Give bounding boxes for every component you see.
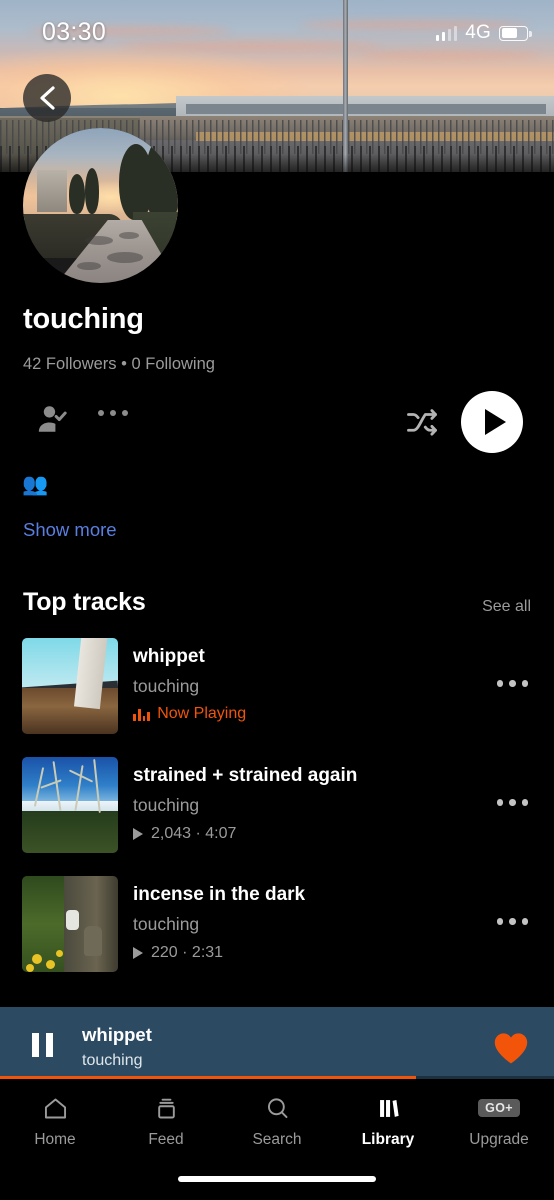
track-artist: touching — [133, 795, 200, 815]
shuffle-button[interactable] — [404, 404, 440, 445]
signal-strength-icon — [435, 25, 458, 41]
nav-item-search[interactable]: Search — [222, 1093, 332, 1149]
go-plus-label: GO+ — [478, 1099, 520, 1117]
track-more-button[interactable] — [496, 799, 528, 806]
nav-item-feed[interactable]: Feed — [111, 1093, 221, 1149]
heart-filled-icon — [494, 1033, 528, 1064]
status-bar: 03:30 4G — [0, 0, 554, 56]
track-row[interactable]: strained + strained again touching 2,043… — [0, 757, 554, 853]
go-plus-badge-icon: GO+ — [444, 1093, 554, 1123]
track-artwork — [22, 638, 118, 734]
now-playing-status: Now Playing — [133, 705, 246, 723]
avatar[interactable] — [23, 128, 178, 283]
profile-more-button[interactable] — [98, 410, 128, 416]
mini-player[interactable]: whippet touching — [0, 1007, 554, 1079]
network-type-label: 4G — [465, 22, 491, 43]
track-artwork — [22, 876, 118, 972]
battery-icon — [499, 25, 532, 41]
nav-item-upgrade[interactable]: GO+ Upgrade — [444, 1093, 554, 1149]
nav-label: Feed — [148, 1131, 184, 1148]
page-title: touching — [23, 303, 144, 335]
person-check-icon — [38, 406, 67, 432]
play-button[interactable] — [461, 391, 523, 453]
track-title: whippet — [133, 646, 205, 667]
track-artist: touching — [133, 676, 200, 696]
track-meta: 220 · 2:31 — [133, 944, 223, 962]
library-icon — [333, 1093, 443, 1123]
nav-item-home[interactable]: Home — [0, 1093, 110, 1149]
nav-label: Search — [252, 1131, 302, 1148]
track-artwork — [22, 757, 118, 853]
status-time: 03:30 — [42, 18, 107, 46]
home-icon — [0, 1093, 110, 1123]
bottom-navigation: Home Feed Search Library GO+ Upgrade — [0, 1079, 554, 1200]
home-indicator — [178, 1176, 376, 1182]
like-button[interactable] — [492, 1031, 530, 1070]
track-meta: 2,043 · 4:07 — [133, 825, 236, 843]
track-row[interactable]: incense in the dark touching 220 · 2:31 — [0, 876, 554, 972]
feed-icon — [111, 1093, 221, 1123]
chevron-left-icon — [40, 86, 55, 110]
profile-actions — [0, 391, 554, 454]
track-title: strained + strained again — [133, 765, 358, 786]
track-row[interactable]: whippet touching Now Playing — [0, 638, 554, 734]
mini-player-artist: touching — [82, 1052, 143, 1069]
pause-button[interactable] — [32, 1033, 53, 1057]
nav-label: Library — [361, 1131, 415, 1148]
track-title: incense in the dark — [133, 884, 306, 905]
follow-button[interactable] — [36, 402, 70, 441]
play-count-icon — [133, 947, 143, 959]
track-meta-label: 220 · 2:31 — [151, 944, 224, 961]
track-artist: touching — [133, 914, 200, 934]
track-meta-label: 2,043 · 4:07 — [151, 825, 237, 842]
see-all-link[interactable]: See all — [482, 598, 531, 616]
track-more-button[interactable] — [496, 918, 528, 925]
people-icon: 👥 — [22, 473, 49, 496]
top-tracks-heading: Top tracks — [23, 588, 146, 616]
nav-label: Home — [34, 1131, 76, 1148]
track-more-button[interactable] — [496, 680, 528, 687]
play-count-icon — [133, 828, 143, 840]
back-button[interactable] — [23, 74, 71, 122]
search-icon — [222, 1093, 332, 1123]
equalizer-icon — [133, 708, 151, 721]
show-more-link[interactable]: Show more — [23, 519, 117, 541]
shuffle-icon — [407, 409, 437, 436]
mini-player-title: whippet — [82, 1024, 152, 1045]
nav-label: Upgrade — [469, 1131, 529, 1148]
nav-item-library[interactable]: Library — [333, 1093, 443, 1149]
now-playing-label: Now Playing — [157, 705, 247, 722]
follower-stats: 42 Followers • 0 Following — [23, 355, 215, 373]
